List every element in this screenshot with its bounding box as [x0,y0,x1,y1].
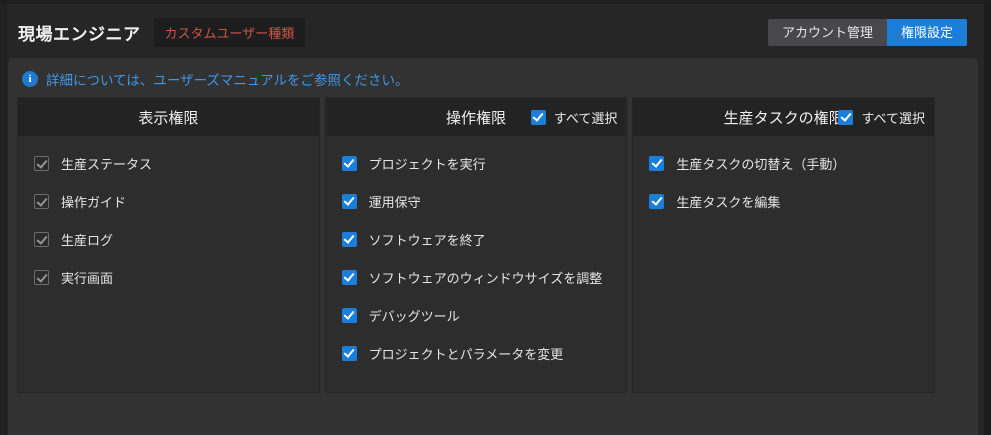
permission-row: 実行画面 [18,258,319,296]
column-production-task-permissions: 生産タスクの権限 すべて選択 生産タスクの切替え（手動） 生産タスクを編集 [632,97,935,393]
select-all-checkbox[interactable] [838,110,853,125]
permission-checkbox [34,194,49,209]
permission-label: デバッグツール [369,306,460,325]
window-left-edge [0,0,7,435]
permission-label: 運用保守 [369,192,421,211]
column-title: 生産タスクの権限 [724,107,844,128]
column-production-task-permissions-header: 生産タスクの権限 すべて選択 [633,98,934,136]
column-display-permissions-header: 表示権限 [18,98,319,136]
permission-row: 生産ログ [18,220,319,258]
column-operation-permissions-header: 操作権限 すべて選択 [326,98,627,136]
permission-checkbox[interactable] [342,270,357,285]
info-icon: i [22,71,38,87]
permission-row: ソフトウェアのウィンドウサイズを調整 [326,258,627,296]
permission-checkbox [34,156,49,171]
column-title: 表示権限 [138,107,198,128]
select-all-label: すべて選択 [861,108,925,127]
tab-account-management[interactable]: アカウント管理 [768,19,887,46]
permission-row: 生産タスクの切替え（手動） [633,144,934,182]
column-body: 生産ステータス 操作ガイド 生産ログ 実行画面 [18,136,319,296]
permission-label: ソフトウェアを終了 [369,230,486,249]
select-all-checkbox[interactable] [531,110,546,125]
permission-label: 生産ログ [61,230,113,249]
column-display-permissions: 表示権限 生産ステータス 操作ガイド 生産ログ 実行画面 [17,97,320,393]
permission-label: ソフトウェアのウィンドウサイズを調整 [369,268,603,287]
select-all-label: すべて選択 [554,108,618,127]
permission-row: 運用保守 [326,182,627,220]
permission-row: デバッグツール [326,296,627,334]
info-banner: i 詳細については、ユーザーズマニュアルをご参照ください。 [22,68,964,90]
custom-user-type-badge: カスタムユーザー種類 [154,18,306,47]
permission-row: 操作ガイド [18,182,319,220]
window-right-edge [984,0,991,435]
permission-checkbox [34,232,49,247]
permission-row: 生産タスクを編集 [633,182,934,220]
column-body: 生産タスクの切替え（手動） 生産タスクを編集 [633,136,934,220]
select-all-control[interactable]: すべて選択 [531,98,618,136]
column-operation-permissions: 操作権限 すべて選択 プロジェクトを実行 運用保守 ソフトウェアを終了 [325,97,628,393]
permission-row: 生産ステータス [18,144,319,182]
permission-checkbox[interactable] [649,194,664,209]
permission-row: プロジェクトとパラメータを変更 [326,334,627,372]
column-body: プロジェクトを実行 運用保守 ソフトウェアを終了 ソフトウェアのウィンドウサイズ… [326,136,627,372]
top-bar: 現場エンジニア カスタムユーザー種類 アカウント管理 権限設定 [18,14,967,50]
permission-label: 生産タスクを編集 [676,192,780,211]
permission-label: プロジェクトを実行 [369,154,486,173]
permission-label: 生産ステータス [61,154,152,173]
permission-checkbox[interactable] [342,346,357,361]
column-title: 操作権限 [446,107,506,128]
permissions-panel: i 詳細については、ユーザーズマニュアルをご参照ください。 表示権限 生産ステー… [8,58,978,435]
permission-label: プロジェクトとパラメータを変更 [369,344,564,363]
permission-label: 操作ガイド [61,192,126,211]
permission-row: プロジェクトを実行 [326,144,627,182]
page-title: 現場エンジニア [18,20,141,45]
permission-checkbox[interactable] [649,156,664,171]
permission-checkbox[interactable] [342,232,357,247]
window-top-edge [0,0,991,4]
permission-row: ソフトウェアを終了 [326,220,627,258]
info-text: 詳細については、ユーザーズマニュアルをご参照ください。 [46,69,408,89]
permission-checkbox[interactable] [342,308,357,323]
permission-label: 生産タスクの切替え（手動） [676,154,845,173]
permission-label: 実行画面 [61,268,113,287]
tab-group: アカウント管理 権限設定 [768,19,967,46]
permission-checkbox[interactable] [342,194,357,209]
permission-checkbox[interactable] [342,156,357,171]
tab-permission-settings[interactable]: 権限設定 [887,19,967,46]
permission-checkbox [34,270,49,285]
permission-columns: 表示権限 生産ステータス 操作ガイド 生産ログ 実行画面 [17,97,935,393]
select-all-control[interactable]: すべて選択 [838,98,925,136]
